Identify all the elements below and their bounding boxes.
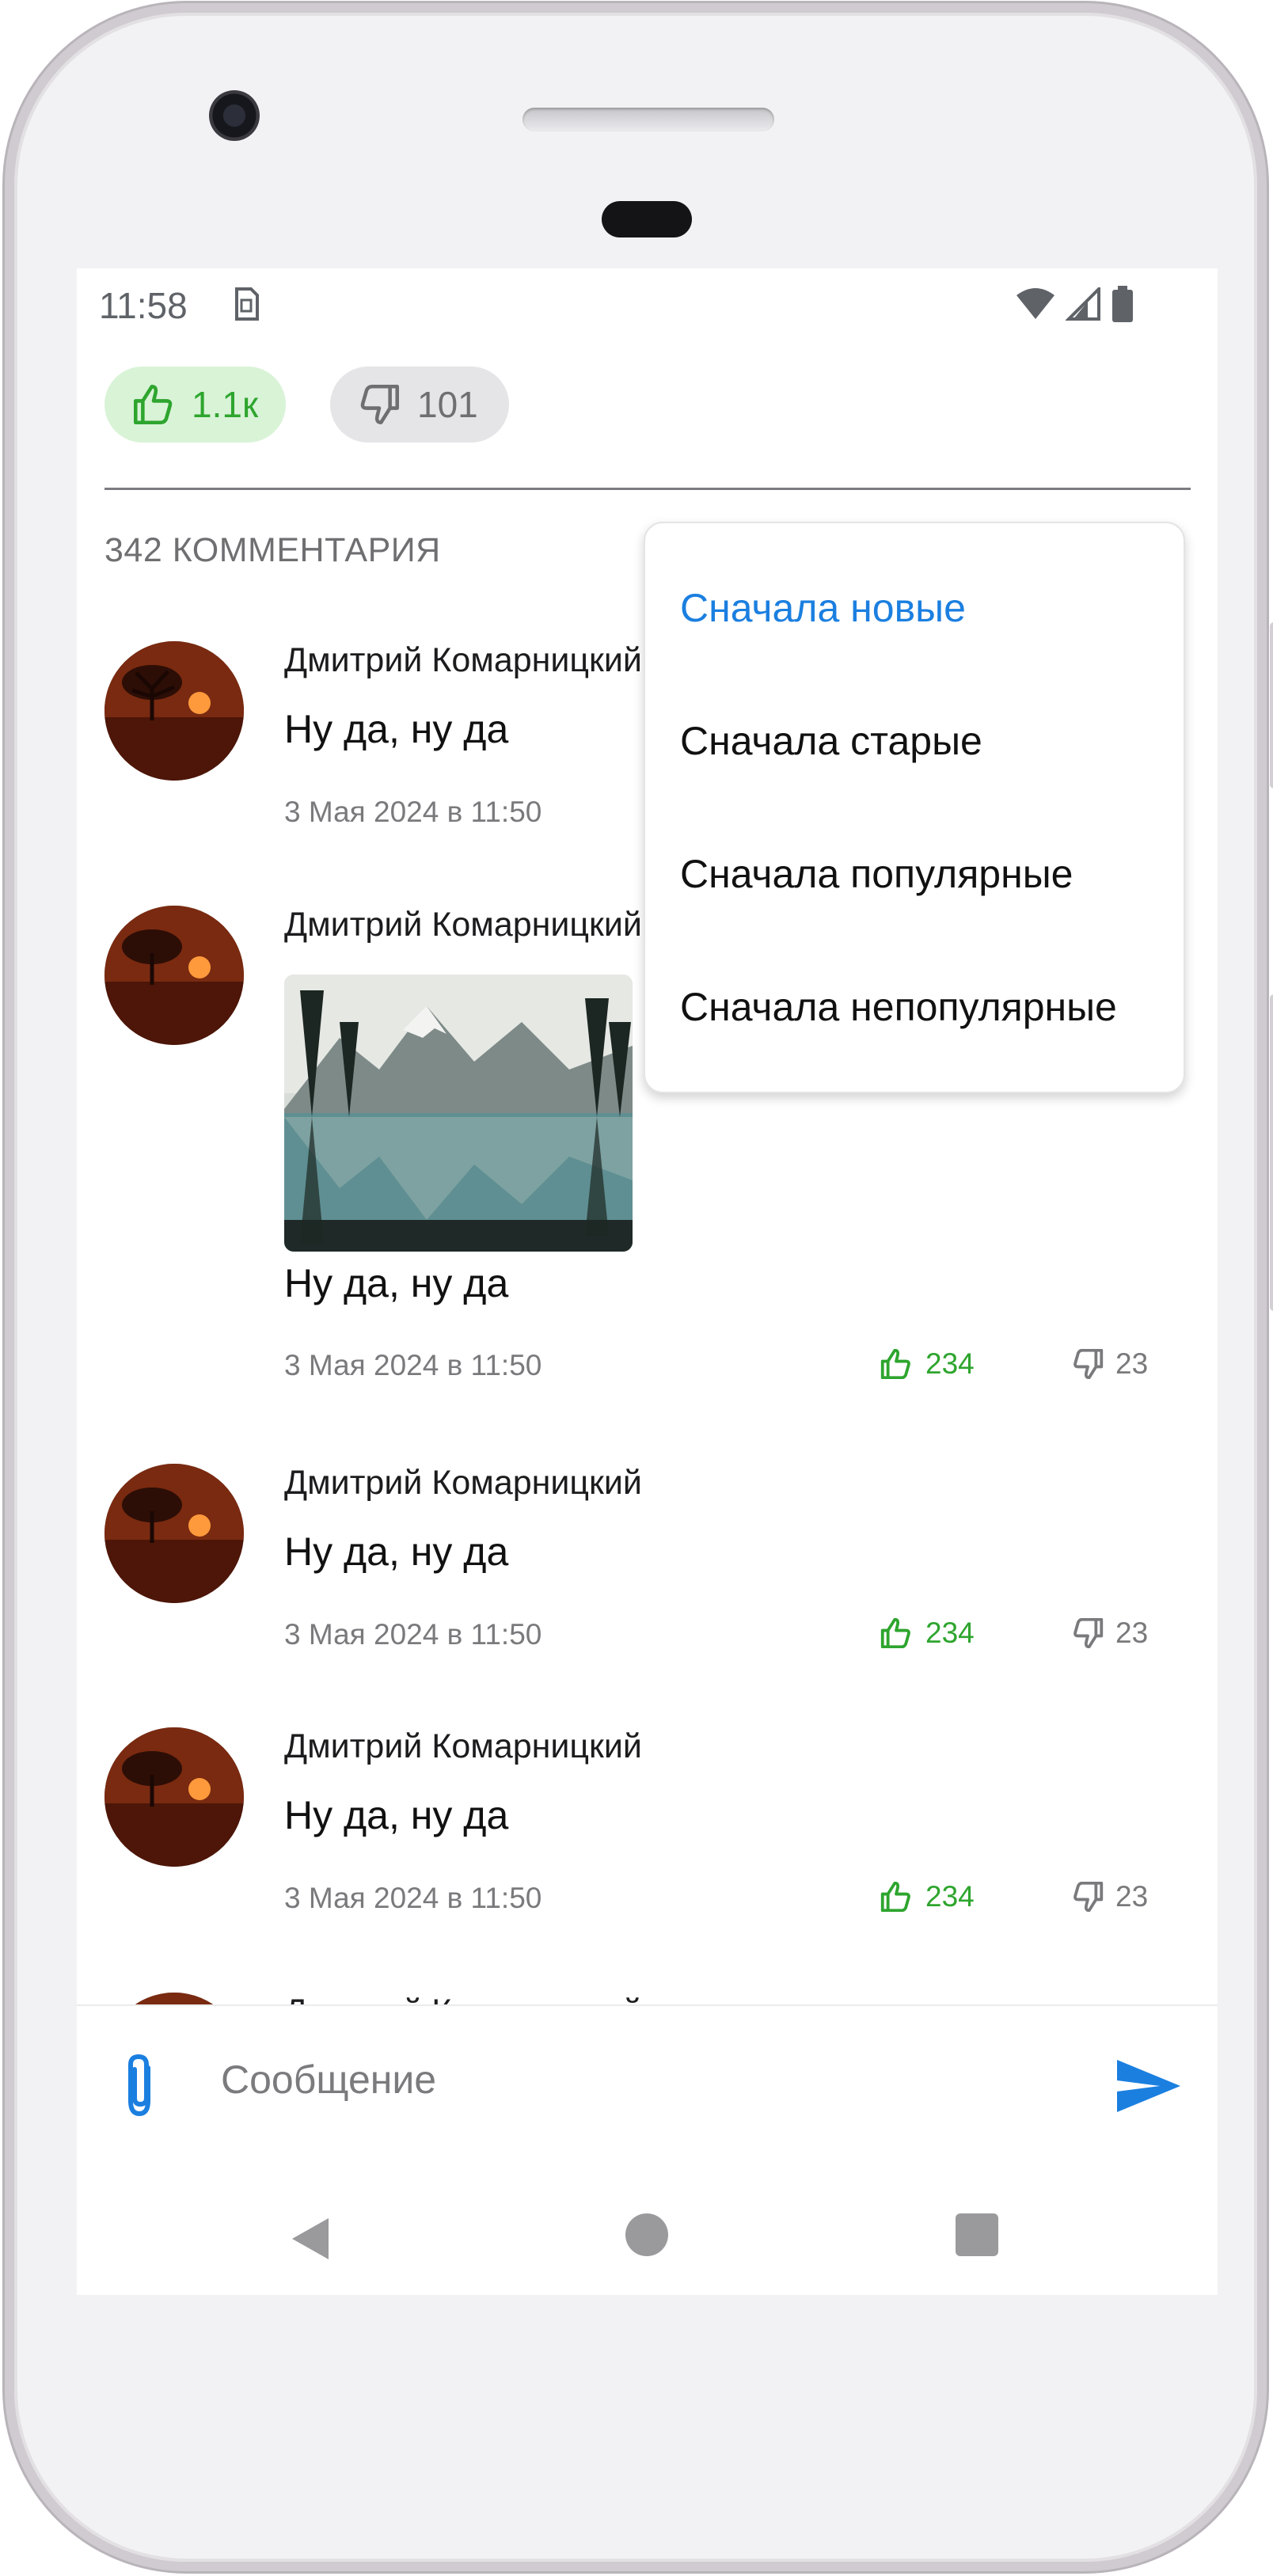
thumbs-up-icon [880, 1349, 910, 1379]
comment-text: Ну да, ну да [284, 1793, 509, 1837]
dislike-button[interactable]: 101 [330, 367, 509, 443]
sort-menu: Сначала новые Сначала старые Сначала поп… [644, 522, 1185, 1093]
screen: 11:58 1.1к 101 342 КОММЕНТАРИЯ Дмитрий К… [77, 268, 1218, 2295]
send-icon[interactable] [1115, 2058, 1182, 2114]
comment-dislikes-count: 23 [1115, 1880, 1149, 1913]
home-icon[interactable] [625, 2213, 668, 2256]
front-camera [209, 90, 260, 141]
comment-author: Дмитрий Комарницкий [284, 1464, 642, 1502]
power-button [1270, 994, 1273, 1311]
comment-dislikes-count: 23 [1115, 1347, 1149, 1380]
wifi-icon [1016, 288, 1054, 319]
comment-likes-count: 234 [925, 1880, 975, 1913]
sort-option-popular[interactable]: Сначала популярные [680, 851, 1073, 897]
like-button[interactable]: 1.1к [104, 367, 286, 443]
message-composer: Сообщение [77, 2004, 1218, 2163]
comment-text: Ну да, ну да [284, 1261, 509, 1305]
avatar[interactable] [104, 641, 244, 781]
sort-option-oldest[interactable]: Сначала старые [680, 718, 982, 764]
back-icon[interactable] [291, 2217, 330, 2261]
comment-like-button[interactable]: 234 [880, 1880, 975, 1913]
dislikes-count: 101 [417, 384, 478, 425]
volume-button [1270, 622, 1273, 788]
thumbs-up-icon [133, 385, 173, 424]
comment-dislike-button[interactable]: 23 [1071, 1617, 1148, 1650]
message-input[interactable]: Сообщение [221, 2057, 436, 2103]
phone-frame: 11:58 1.1к 101 342 КОММЕНТАРИЯ Дмитрий К… [5, 3, 1273, 2571]
sort-option-unpopular[interactable]: Сначала непопулярные [680, 984, 1117, 1030]
comments-count: 342 КОММЕНТАРИЯ [104, 531, 441, 569]
comment-text: Ну да, ну да [284, 707, 509, 751]
comment-like-button[interactable]: 234 [880, 1347, 975, 1381]
comment-likes-count: 234 [925, 1617, 975, 1649]
comment-author: Дмитрий Комарницкий [284, 1727, 642, 1765]
thumbs-down-icon [1074, 1349, 1104, 1379]
sort-option-newest[interactable]: Сначала новые [680, 585, 966, 631]
comment-author: Дмитрий Комарницкий [284, 641, 642, 679]
comment-dislike-button[interactable]: 23 [1071, 1347, 1148, 1381]
sim-icon [235, 287, 259, 321]
comment-likes-count: 234 [925, 1347, 975, 1380]
avatar[interactable] [104, 1464, 244, 1603]
comment-date: 3 Мая 2024 в 11:50 [284, 796, 542, 828]
comment-author: Дмитрий Комарницкий [284, 906, 642, 944]
earpiece-speaker [522, 108, 774, 131]
comment-date: 3 Мая 2024 в 11:50 [284, 1618, 542, 1651]
paperclip-icon[interactable] [116, 2050, 162, 2118]
recents-icon[interactable] [956, 2213, 998, 2256]
comment-dislike-button[interactable]: 23 [1071, 1880, 1148, 1913]
battery-icon [1112, 286, 1133, 322]
divider [104, 488, 1191, 490]
thumbs-up-icon [880, 1618, 910, 1648]
likes-count: 1.1к [192, 384, 259, 425]
thumbs-down-icon [360, 385, 399, 424]
avatar[interactable] [104, 1727, 244, 1867]
thumbs-down-icon [1074, 1618, 1104, 1648]
signal-icon [1066, 287, 1100, 321]
navigation-bar [77, 2161, 1218, 2295]
thumbs-up-icon [880, 1882, 910, 1912]
comment-date: 3 Мая 2024 в 11:50 [284, 1882, 542, 1914]
thumbs-down-icon [1074, 1882, 1104, 1912]
comment-date: 3 Мая 2024 в 11:50 [284, 1349, 542, 1381]
comment-like-button[interactable]: 234 [880, 1617, 975, 1650]
status-icons [1015, 286, 1134, 322]
avatar[interactable] [104, 906, 244, 1045]
comment-text: Ну да, ну да [284, 1529, 509, 1574]
status-time: 11:58 [99, 285, 188, 326]
comment-image[interactable] [284, 975, 633, 1252]
proximity-sensor [602, 201, 692, 237]
comment-dislikes-count: 23 [1115, 1617, 1149, 1649]
